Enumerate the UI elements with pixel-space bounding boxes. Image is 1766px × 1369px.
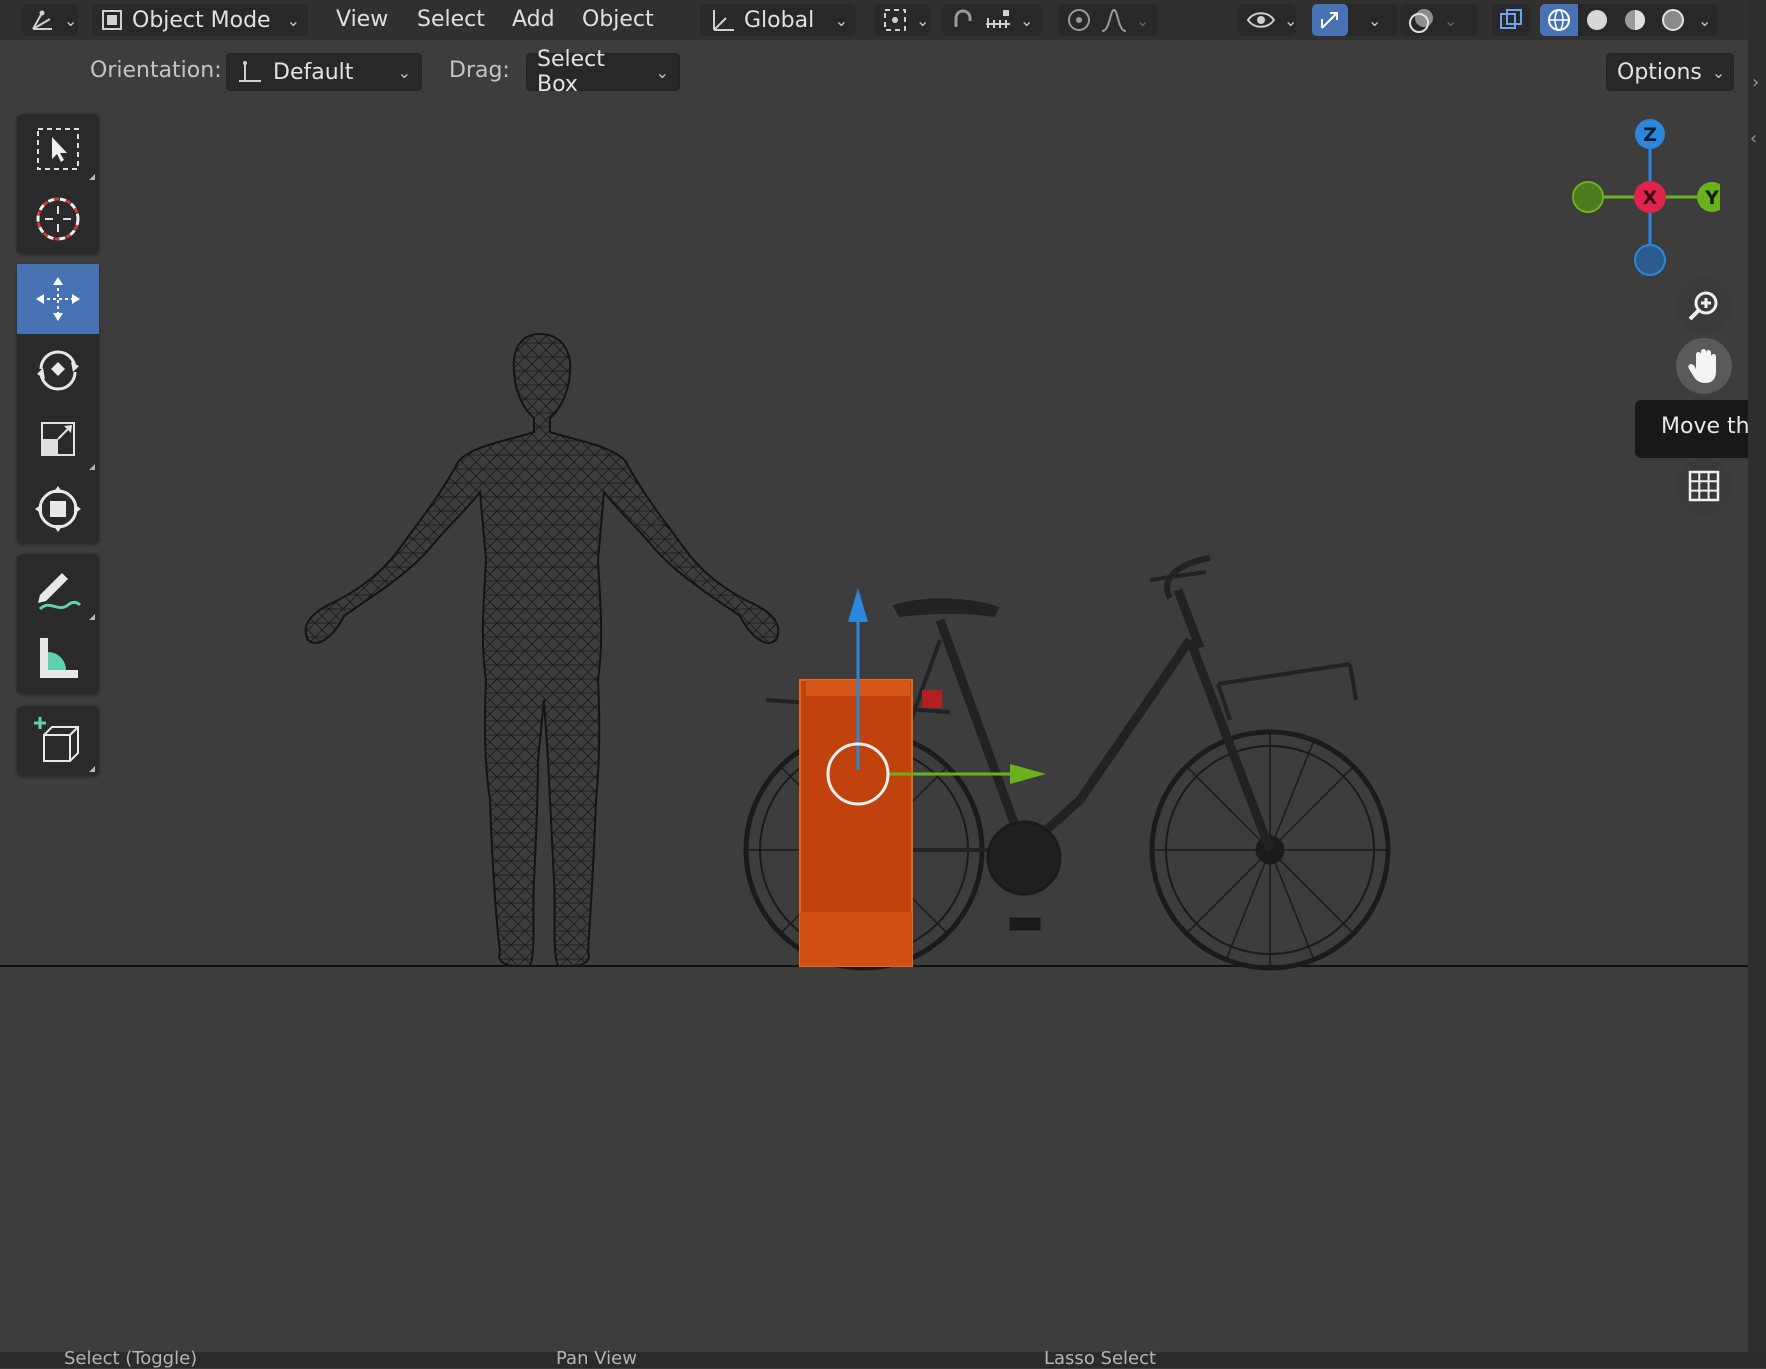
proportional-edit-group[interactable]: ⌄ bbox=[1058, 4, 1158, 36]
status-select-toggle: Select (Toggle) bbox=[64, 1348, 198, 1369]
menu-add[interactable]: Add bbox=[512, 4, 555, 36]
chevron-right-icon[interactable]: › bbox=[1752, 72, 1759, 93]
chevron-down-icon: ⌄ bbox=[1020, 10, 1034, 30]
tooltip: Move the bbox=[1635, 400, 1766, 458]
chevron-down-icon: ⌄ bbox=[1284, 10, 1298, 30]
y-axis-arrow bbox=[1010, 764, 1046, 784]
material-shading-icon[interactable] bbox=[1616, 4, 1654, 36]
pivot-point-dropdown[interactable]: ⌄ bbox=[874, 4, 930, 36]
snap-group[interactable]: ⌄ bbox=[942, 4, 1042, 36]
rendered-shading-icon[interactable] bbox=[1654, 4, 1692, 36]
drag-label: Drag: bbox=[449, 58, 510, 83]
zoom-button[interactable] bbox=[1676, 278, 1732, 334]
chevron-down-icon: ⌄ bbox=[1444, 10, 1458, 30]
transform-orientation-dropdown[interactable]: Global ⌄ bbox=[700, 4, 856, 36]
status-pan-view: Pan View bbox=[556, 1348, 637, 1369]
chevron-down-icon: ⌄ bbox=[64, 10, 78, 30]
snap-increment-icon[interactable] bbox=[984, 8, 1012, 32]
chevron-down-icon: ⌄ bbox=[1368, 10, 1382, 30]
viewport-scene[interactable] bbox=[0, 100, 1748, 1352]
eye-visibility-icon bbox=[1246, 8, 1276, 32]
magnet-snap-icon[interactable] bbox=[950, 7, 976, 33]
viewport-editor-icon bbox=[30, 7, 56, 33]
z-axis-label: Z bbox=[1643, 124, 1657, 146]
drag-dropdown[interactable]: Select Box ⌄ bbox=[526, 47, 680, 97]
y-axis-label: Y bbox=[1704, 187, 1719, 209]
falloff-curve-icon[interactable] bbox=[1100, 7, 1128, 33]
chevron-down-icon: ⌄ bbox=[834, 10, 848, 30]
proportional-edit-icon[interactable] bbox=[1066, 7, 1092, 33]
xray-icon bbox=[1498, 7, 1524, 33]
neg-y-axis-handle bbox=[1572, 181, 1604, 213]
chevron-down-icon: ⌄ bbox=[1711, 62, 1726, 82]
mode-dropdown[interactable]: Object Mode ⌄ bbox=[92, 4, 308, 36]
tool-settings-header: Orientation: Default ⌄ Drag: Select Box … bbox=[0, 47, 1766, 97]
orientation-label: Global bbox=[744, 7, 815, 33]
status-bar: Select (Toggle) Pan View Lasso Select bbox=[0, 1348, 1766, 1369]
selected-box-object[interactable] bbox=[799, 679, 942, 967]
wireframe-shading-icon[interactable] bbox=[1540, 4, 1578, 36]
chevron-down-icon: ⌄ bbox=[1698, 10, 1712, 30]
options-dropdown[interactable]: Options ⌄ bbox=[1606, 53, 1734, 91]
overlay-icon[interactable] bbox=[1408, 6, 1436, 34]
grid-ortho-icon bbox=[1688, 470, 1720, 502]
hand-pan-icon bbox=[1686, 347, 1722, 385]
mode-label: Object Mode bbox=[132, 7, 271, 33]
viewport-header: ⌄ Object Mode ⌄ View Select Add Object G… bbox=[0, 0, 1766, 40]
z-axis-arrow bbox=[848, 588, 868, 622]
chevron-down-icon: ⌄ bbox=[655, 62, 669, 82]
navigation-gizmo[interactable]: Z Y X bbox=[1560, 110, 1720, 280]
menu-object[interactable]: Object bbox=[582, 4, 654, 36]
chevron-down-icon: ⌄ bbox=[397, 62, 411, 82]
ortho-toggle-button[interactable] bbox=[1676, 458, 1732, 514]
overlay-toggle-group[interactable]: ⌄ bbox=[1400, 4, 1478, 36]
editor-type-button[interactable]: ⌄ bbox=[22, 4, 78, 36]
x-axis-label: X bbox=[1643, 187, 1658, 209]
object-mode-icon bbox=[100, 8, 124, 32]
pan-button[interactable] bbox=[1676, 338, 1732, 394]
options-label: Options bbox=[1617, 59, 1702, 85]
orientation-label: Orientation: bbox=[90, 58, 222, 83]
gizmo-icon[interactable] bbox=[1312, 4, 1348, 36]
zoom-icon bbox=[1687, 289, 1721, 323]
solid-shading-icon[interactable] bbox=[1578, 4, 1616, 36]
axis-orientation-icon bbox=[237, 59, 263, 85]
neg-z-axis-handle bbox=[1634, 244, 1666, 276]
shading-modes[interactable]: ⌄ bbox=[1540, 4, 1718, 36]
chevron-down-icon: ⌄ bbox=[286, 10, 300, 30]
status-lasso-select: Lasso Select bbox=[1044, 1348, 1157, 1369]
pivot-point-icon bbox=[882, 7, 908, 33]
gizmo-toggle-group[interactable]: ⌄ bbox=[1312, 4, 1398, 36]
chevron-down-icon: ⌄ bbox=[916, 10, 930, 30]
chevron-left-icon[interactable]: ‹ bbox=[1750, 128, 1757, 149]
visibility-dropdown[interactable]: ⌄ bbox=[1238, 4, 1298, 36]
orientation-dropdown[interactable]: Default ⌄ bbox=[226, 53, 422, 91]
chevron-down-icon: ⌄ bbox=[1136, 10, 1150, 30]
menu-select[interactable]: Select bbox=[417, 4, 485, 36]
menu-view[interactable]: View bbox=[336, 4, 388, 36]
xray-toggle[interactable] bbox=[1492, 4, 1530, 36]
axis-orientation-icon bbox=[708, 6, 736, 34]
sidebar-toggle-strip[interactable]: ‹ › bbox=[1748, 0, 1766, 1368]
orientation-value: Default bbox=[273, 59, 354, 85]
human-figure[interactable] bbox=[304, 332, 780, 967]
drag-value: Select Box bbox=[537, 47, 605, 97]
